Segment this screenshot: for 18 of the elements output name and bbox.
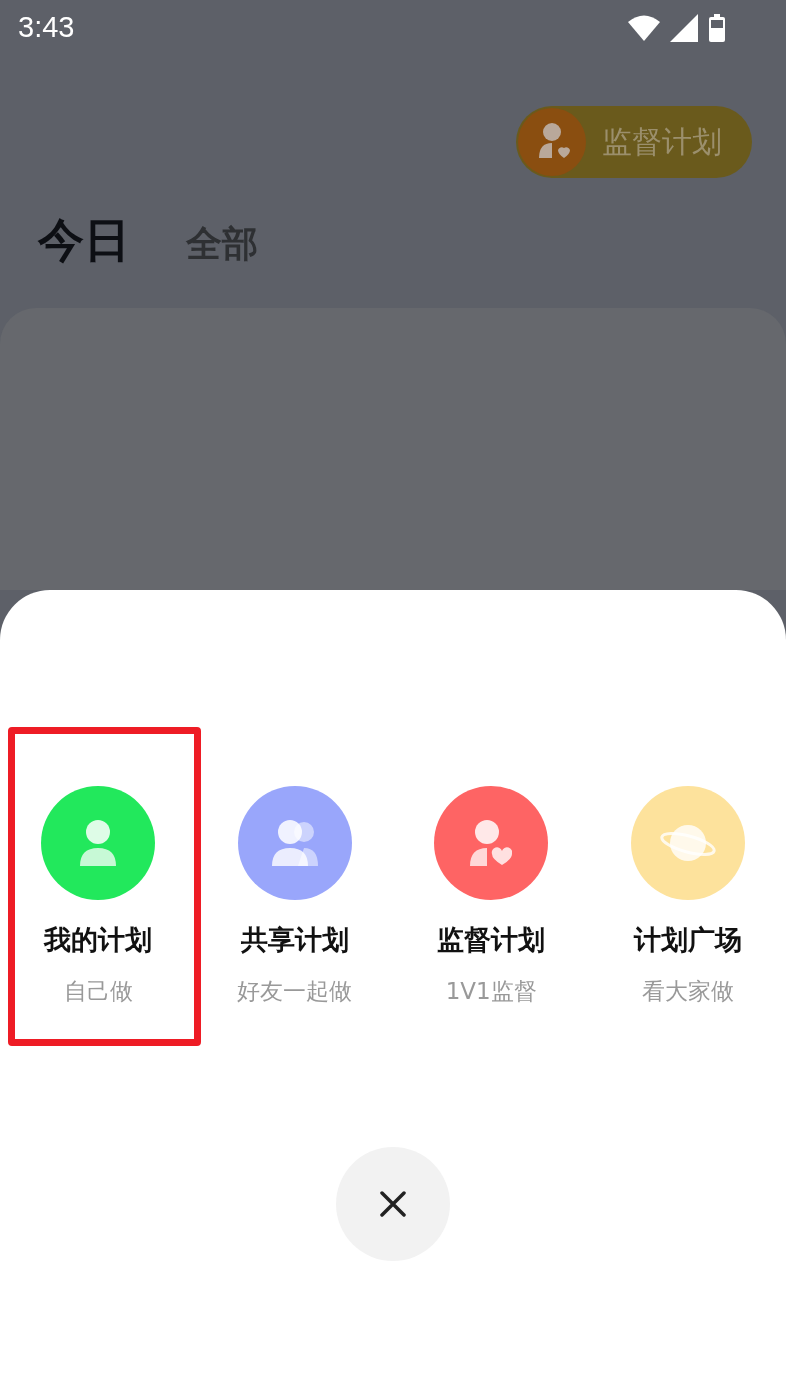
option-subtitle: 1V1监督	[445, 977, 537, 1006]
close-icon	[380, 1191, 406, 1217]
option-title: 监督计划	[437, 923, 546, 957]
option-title: 我的计划	[44, 923, 153, 957]
supervise-plan-button[interactable]: 监督计划	[516, 106, 752, 178]
wifi-icon	[628, 14, 660, 41]
status-time: 3:43	[18, 11, 75, 44]
option-subtitle: 好友一起做	[237, 977, 353, 1006]
person-icon	[80, 820, 117, 866]
option-title: 计划广场	[633, 923, 742, 957]
battery-icon	[708, 13, 726, 42]
person-heart-icon	[470, 820, 513, 866]
option-subtitle: 看大家做	[641, 977, 734, 1006]
two-people-icon	[271, 820, 318, 866]
signal-icon	[670, 13, 698, 42]
option-subtitle: 自己做	[63, 977, 133, 1006]
tab[interactable]: 今日	[38, 210, 130, 272]
option-title: 共享计划	[240, 923, 349, 957]
